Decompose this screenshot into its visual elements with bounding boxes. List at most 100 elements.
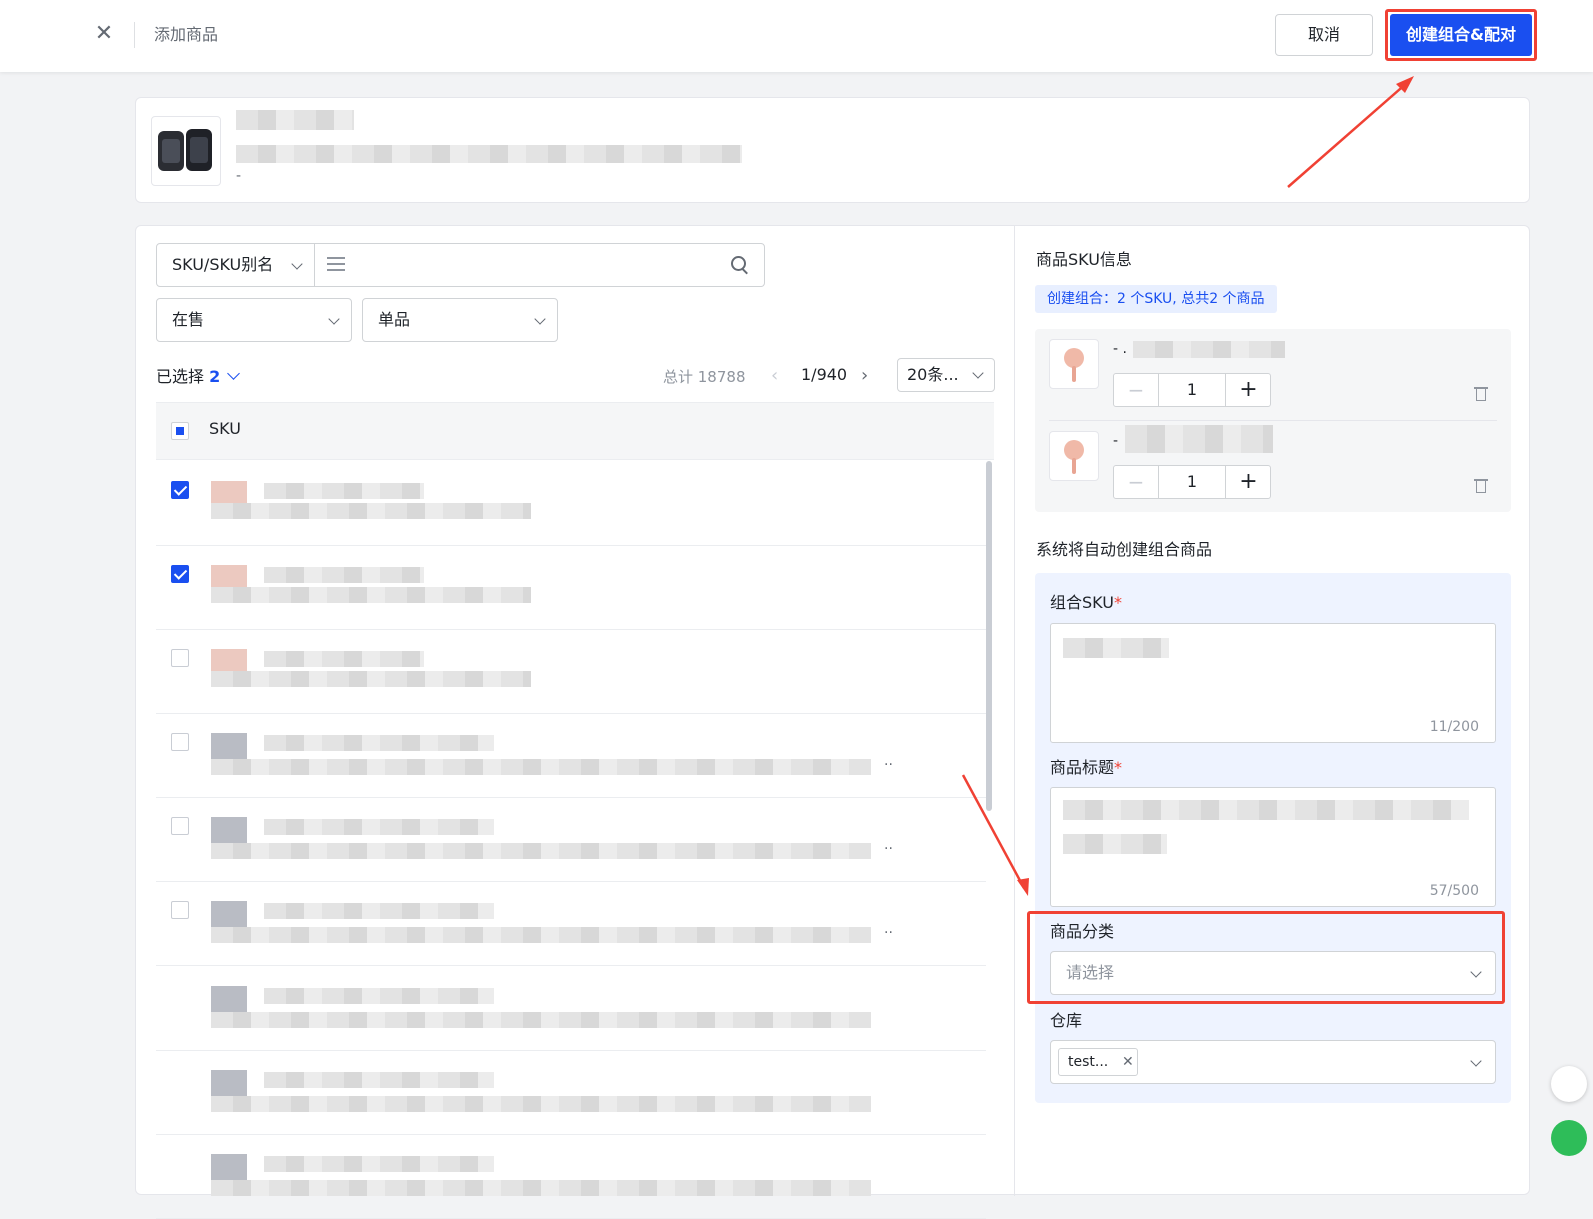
- table-row[interactable]: [156, 1134, 986, 1219]
- blurred-sku-title: [211, 759, 871, 775]
- top-bar: ✕ 添加商品 取消 创建组合&配对: [0, 0, 1593, 72]
- warehouse-select[interactable]: test... ✕: [1050, 1040, 1496, 1084]
- blurred-sku-code: [264, 903, 494, 919]
- search-type-select[interactable]: SKU/SKU别名: [157, 244, 315, 286]
- panel-divider: [1014, 226, 1015, 1196]
- auto-create-title: 系统将自动创建组合商品: [1036, 540, 1213, 559]
- page-size-value: 20条...: [907, 365, 959, 384]
- row-checkbox[interactable]: [171, 481, 189, 499]
- quantity-stepper: − 1 +: [1113, 465, 1271, 499]
- table-row[interactable]: ..: [156, 713, 986, 798]
- table-row[interactable]: [156, 1050, 986, 1135]
- quantity-value[interactable]: 1: [1159, 374, 1225, 406]
- table-row[interactable]: [156, 461, 986, 546]
- product-sub-text: -: [236, 168, 242, 184]
- search-icon[interactable]: [731, 256, 747, 272]
- product-image-icon: [1064, 348, 1084, 382]
- combo-sku-textarea[interactable]: 11/200: [1050, 623, 1496, 743]
- type-select[interactable]: 单品: [362, 298, 558, 342]
- search-box: SKU/SKU别名: [156, 243, 765, 287]
- row-ellipsis: ..: [884, 753, 893, 769]
- sku-name-prefix: - .: [1113, 341, 1127, 357]
- divider: [134, 22, 135, 48]
- row-ellipsis: ..: [884, 837, 893, 853]
- sku-name-prefix: -: [1113, 433, 1119, 449]
- table-row[interactable]: [156, 966, 986, 1051]
- blurred-sku-code: [264, 819, 494, 835]
- combo-form: 组合SKU* 11/200 商品标题* 57/500 商品分类 请选择 仓库 t…: [1027, 573, 1511, 1103]
- product-title-textarea[interactable]: 57/500: [1050, 787, 1496, 907]
- row-checkbox[interactable]: [171, 733, 189, 751]
- chevron-down-icon: [328, 313, 340, 325]
- selected-info[interactable]: 已选择 2: [156, 363, 241, 387]
- blurred-sku-code: [264, 483, 424, 499]
- cancel-button[interactable]: 取消: [1275, 14, 1373, 56]
- table-row[interactable]: [156, 629, 986, 714]
- blurred-sku-code: [264, 1156, 494, 1172]
- product-image: [151, 116, 221, 186]
- blurred-product-name: [236, 110, 354, 130]
- trash-icon[interactable]: [1474, 477, 1488, 493]
- batch-list-icon[interactable]: [327, 257, 345, 271]
- decrease-button[interactable]: −: [1114, 374, 1159, 406]
- quantity-stepper: − 1 +: [1113, 373, 1271, 407]
- close-icon[interactable]: ✕: [1122, 1049, 1134, 1075]
- chevron-down-icon: [972, 367, 984, 379]
- scrollbar[interactable]: [986, 461, 992, 811]
- increase-button[interactable]: +: [1225, 466, 1271, 498]
- sku-info-title: 商品SKU信息: [1036, 250, 1132, 269]
- quantity-value[interactable]: 1: [1159, 466, 1225, 498]
- search-type-label: SKU/SKU别名: [172, 255, 274, 274]
- row-ellipsis: ..: [884, 921, 893, 937]
- status-select[interactable]: 在售: [156, 298, 352, 342]
- blurred-sku-name: [1125, 425, 1273, 453]
- product-image-icon: [1064, 440, 1084, 474]
- row-checkbox[interactable]: [171, 649, 189, 667]
- chat-icon[interactable]: [1551, 1120, 1587, 1156]
- row-checkbox[interactable]: [171, 565, 189, 583]
- warehouse-tag-label: test...: [1068, 1054, 1109, 1070]
- row-checkbox[interactable]: [171, 817, 189, 835]
- support-icon[interactable]: [1551, 1066, 1587, 1102]
- category-placeholder: 请选择: [1066, 963, 1115, 982]
- blurred-sku-code: [264, 567, 424, 583]
- increase-button[interactable]: +: [1225, 374, 1271, 406]
- next-page-icon[interactable]: ›: [861, 367, 871, 387]
- arrowhead: [1396, 76, 1414, 93]
- sku-image: [1049, 431, 1099, 481]
- combo-sku-label: 组合SKU*: [1050, 593, 1122, 612]
- sku-item: - − 1 +: [1049, 421, 1497, 506]
- chevron-down-icon: [1470, 966, 1482, 978]
- combo-sku-counter: 11/200: [1429, 719, 1479, 735]
- blurred-sku-title: [211, 843, 871, 859]
- product-title-label-text: 商品标题: [1050, 758, 1115, 777]
- main-card: SKU/SKU别名 在售 单品 已选择 2 总计 18788 ‹ 1/940 ›…: [135, 225, 1530, 1219]
- table-row[interactable]: ..: [156, 881, 986, 966]
- create-combo-button[interactable]: 创建组合&配对: [1390, 14, 1532, 56]
- blurred-sku-title: [211, 587, 531, 603]
- chevron-down-icon: [1470, 1055, 1482, 1067]
- page-size-select[interactable]: 20条...: [897, 358, 995, 392]
- product-card: -: [135, 97, 1530, 203]
- prev-page-icon[interactable]: ‹: [771, 367, 781, 387]
- table-row[interactable]: ..: [156, 797, 986, 882]
- category-select[interactable]: 请选择: [1050, 951, 1496, 995]
- decrease-button[interactable]: −: [1114, 466, 1159, 498]
- blurred-sku-title: [211, 503, 531, 519]
- warehouse-label: 仓库: [1050, 1011, 1083, 1030]
- blurred-sku-name: [1133, 341, 1285, 358]
- blurred-sku-title: [211, 1096, 871, 1112]
- close-icon[interactable]: ✕: [92, 20, 116, 48]
- status-select-value: 在售: [172, 310, 205, 329]
- chevron-down-icon: [291, 258, 303, 270]
- blurred-sku-title: [211, 1012, 871, 1028]
- total-count: 总计 18788: [663, 368, 746, 386]
- trash-icon[interactable]: [1474, 385, 1488, 401]
- row-checkbox[interactable]: [171, 901, 189, 919]
- blurred-combo-sku: [1063, 638, 1169, 658]
- column-sku: SKU: [209, 419, 241, 438]
- sku-item: - . − 1 +: [1049, 329, 1497, 414]
- table-header: SKU: [156, 402, 994, 460]
- table-row[interactable]: [156, 545, 986, 630]
- select-all-checkbox[interactable]: [171, 422, 189, 440]
